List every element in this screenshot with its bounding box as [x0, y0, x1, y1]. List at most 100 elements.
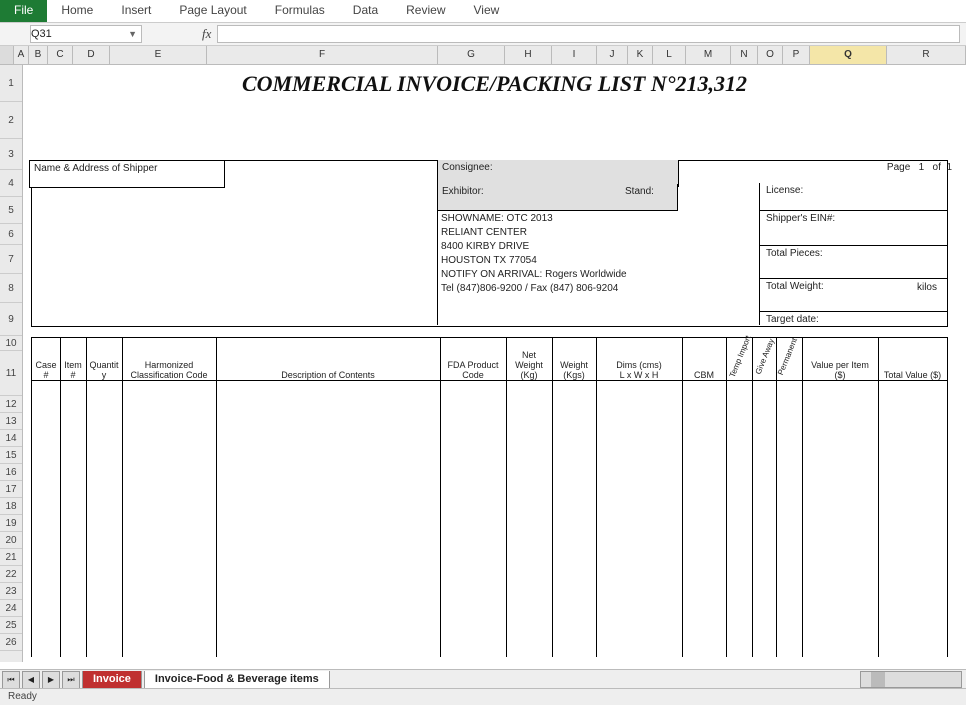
row-header-26[interactable]: 26 [0, 634, 22, 651]
page-indicator: Page 1 of 1 [887, 162, 952, 173]
col-header-I[interactable]: I [552, 46, 597, 64]
row-header-15[interactable]: 15 [0, 447, 22, 464]
col-net-weight: Net Weight (Kg) [506, 338, 553, 382]
tab-formulas[interactable]: Formulas [261, 0, 339, 22]
col-header-K[interactable]: K [628, 46, 653, 64]
col-header-R[interactable]: R [887, 46, 966, 64]
col-total-value: Total Value ($) [878, 338, 947, 382]
row-header-25[interactable]: 25 [0, 617, 22, 634]
col-temp-import: Temp Import [726, 338, 753, 382]
select-all[interactable] [0, 46, 14, 64]
row-header-10[interactable]: 10 [0, 336, 22, 351]
tab-insert[interactable]: Insert [107, 0, 165, 22]
address2: HOUSTON TX 77054 [441, 254, 627, 268]
col-header-Q[interactable]: Q [810, 46, 887, 64]
nav-first[interactable]: ⏮ [2, 671, 20, 689]
sheet-tab-invoice[interactable]: Invoice [82, 671, 142, 689]
col-value-per-item: Value per Item ($) [802, 338, 879, 382]
col-header-J[interactable]: J [597, 46, 628, 64]
row-header-3[interactable]: 3 [0, 139, 22, 170]
tab-home[interactable]: Home [47, 0, 107, 22]
row-header-16[interactable]: 16 [0, 464, 22, 481]
total-pieces: Total Pieces: [760, 246, 947, 279]
row-header-23[interactable]: 23 [0, 583, 22, 600]
col-header-G[interactable]: G [438, 46, 505, 64]
row-header-18[interactable]: 18 [0, 498, 22, 515]
col-permanent: Permanent [776, 338, 803, 382]
col-header-B[interactable]: B [29, 46, 48, 64]
row-header-9[interactable]: 9 [0, 303, 22, 336]
notify: NOTIFY ON ARRIVAL: Rogers Worldwide [441, 268, 627, 282]
row-header-11[interactable]: 11 [0, 351, 22, 396]
document-title: COMMERCIAL INVOICE/PACKING LIST N°213,31… [23, 71, 966, 97]
nav-last[interactable]: ⏭ [62, 671, 80, 689]
ein: Shipper's EIN#: [760, 211, 947, 246]
col-header-A[interactable]: A [14, 46, 29, 64]
column-headers: ABCDEFGHIJKLMNOPQR [0, 46, 966, 65]
row-header-1[interactable]: 1 [0, 65, 22, 102]
row-header-14[interactable]: 14 [0, 430, 22, 447]
worksheet[interactable]: COMMERCIAL INVOICE/PACKING LIST N°213,31… [23, 65, 966, 662]
col-header-P[interactable]: P [783, 46, 810, 64]
status-bar: Ready [0, 688, 966, 705]
row-header-17[interactable]: 17 [0, 481, 22, 498]
formula-bar: Q31 ▼ fx [0, 23, 966, 46]
row-header-8[interactable]: 8 [0, 274, 22, 303]
formula-input[interactable] [217, 25, 960, 43]
col-header-F[interactable]: F [207, 46, 438, 64]
name-box-value: Q31 [31, 28, 52, 40]
row-headers: 1234567891011121314151617181920212223242… [0, 65, 23, 662]
shipper-label: Name & Address of Shipper [29, 160, 225, 188]
consignee-label: Consignee: [437, 160, 679, 187]
tab-page-layout[interactable]: Page Layout [165, 0, 260, 22]
scroll-thumb[interactable] [871, 672, 885, 687]
page-of: of [933, 162, 941, 173]
tab-view[interactable]: View [460, 0, 514, 22]
address1: 8400 KIRBY DRIVE [441, 240, 627, 254]
horizontal-scrollbar[interactable] [860, 671, 962, 688]
row-header-12[interactable]: 12 [0, 396, 22, 413]
row-header-13[interactable]: 13 [0, 413, 22, 430]
row-header-22[interactable]: 22 [0, 566, 22, 583]
col-header-M[interactable]: M [686, 46, 731, 64]
row-header-7[interactable]: 7 [0, 245, 22, 274]
total-weight: Total Weight:kilos [760, 279, 947, 312]
row-header-6[interactable]: 6 [0, 224, 22, 245]
row-header-4[interactable]: 4 [0, 170, 22, 197]
right-info: License: Shipper's EIN#: Total Pieces: T… [759, 183, 947, 325]
nav-prev[interactable]: ◀ [22, 671, 40, 689]
col-header-N[interactable]: N [731, 46, 758, 64]
row-header-20[interactable]: 20 [0, 532, 22, 549]
row-header-21[interactable]: 21 [0, 549, 22, 566]
col-weight: Weight (Kgs) [552, 338, 597, 382]
row-header-2[interactable]: 2 [0, 102, 22, 139]
show-name: SHOWNAME: OTC 2013 [441, 212, 627, 226]
show-info: SHOWNAME: OTC 2013 RELIANT CENTER 8400 K… [441, 212, 627, 296]
sheet-tab-bar: ⏮ ◀ ▶ ⏭ Invoice Invoice-Food & Beverage … [0, 669, 966, 689]
col-header-H[interactable]: H [505, 46, 552, 64]
fx-icon[interactable]: fx [202, 26, 217, 42]
col-dims: Dims (cms) L x W x H [596, 338, 683, 382]
table-header: Case # Item # Quantit y Harmonized Class… [31, 337, 948, 381]
tab-data[interactable]: Data [339, 0, 392, 22]
tab-file[interactable]: File [0, 0, 47, 22]
col-header-O[interactable]: O [758, 46, 783, 64]
row-header-5[interactable]: 5 [0, 197, 22, 224]
col-item: Item # [60, 338, 87, 382]
col-harmonized: Harmonized Classification Code [122, 338, 217, 382]
col-header-L[interactable]: L [653, 46, 686, 64]
col-header-C[interactable]: C [48, 46, 73, 64]
col-header-E[interactable]: E [110, 46, 207, 64]
name-box[interactable]: Q31 ▼ [30, 25, 142, 43]
col-description: Description of Contents [216, 338, 441, 382]
col-case: Case # [32, 338, 61, 382]
tab-review[interactable]: Review [392, 0, 459, 22]
dropdown-icon[interactable]: ▼ [128, 29, 141, 39]
row-header-24[interactable]: 24 [0, 600, 22, 617]
sheet-tab-food-beverage[interactable]: Invoice-Food & Beverage items [144, 671, 330, 689]
row-header-19[interactable]: 19 [0, 515, 22, 532]
col-header-D[interactable]: D [73, 46, 110, 64]
exhibitor-label: Exhibitor: [437, 184, 627, 211]
col-give-away: Give Away [752, 338, 777, 382]
nav-next[interactable]: ▶ [42, 671, 60, 689]
